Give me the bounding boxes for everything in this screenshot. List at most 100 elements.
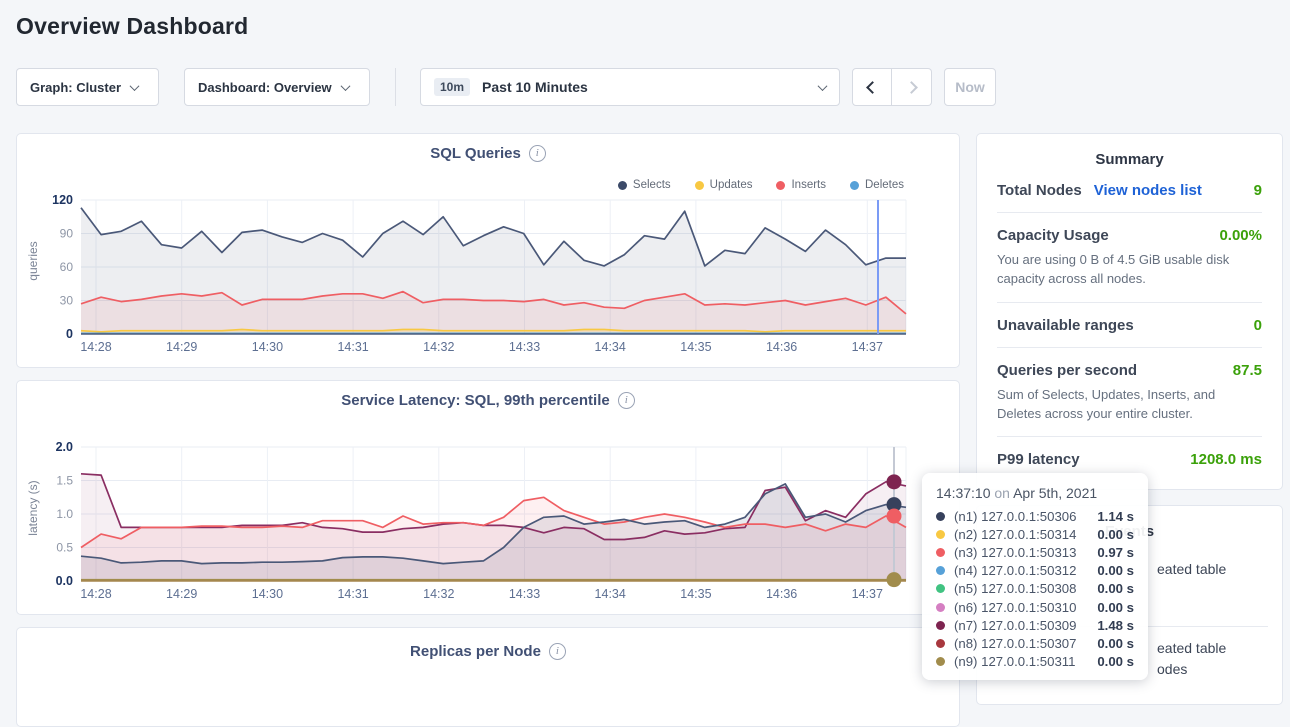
dashboard-dropdown[interactable]: Dashboard: Overview — [184, 68, 370, 106]
tooltip-node-row: (n7) 127.0.0.1:503091.48 s — [936, 616, 1134, 634]
node-latency-value: 0.00 s — [1097, 600, 1134, 615]
node-color-dot — [936, 512, 945, 521]
tooltip-node-row: (n3) 127.0.0.1:503130.97 s — [936, 543, 1134, 561]
graph-scope-dropdown[interactable]: Graph: Cluster — [16, 68, 159, 106]
tooltip-node-row: (n1) 127.0.0.1:503061.14 s — [936, 507, 1134, 525]
chevron-right-icon — [905, 81, 918, 94]
x-tick-label: 14:34 — [595, 340, 626, 354]
x-tick-label: 14:35 — [680, 587, 711, 601]
x-tick-label: 14:29 — [166, 587, 197, 601]
event-item-text[interactable]: eated table — [1157, 640, 1226, 656]
total-nodes-label: Total Nodes — [997, 182, 1082, 199]
x-tick-label: 14:31 — [337, 340, 368, 354]
toolbar-divider — [395, 68, 396, 106]
tooltip-node-row: (n4) 127.0.0.1:503120.00 s — [936, 562, 1134, 580]
time-step-group — [852, 68, 932, 106]
queries-per-second-value: 87.5 — [1233, 362, 1262, 379]
y-tick-label: 120 — [52, 193, 73, 207]
chevron-down-icon — [130, 81, 140, 91]
x-tick-label: 14:36 — [766, 340, 797, 354]
capacity-usage-label: Capacity Usage — [997, 227, 1109, 244]
node-color-dot — [936, 639, 945, 648]
y-tick-label: 0.5 — [56, 541, 73, 555]
time-next-button[interactable] — [892, 68, 932, 106]
y-tick-label: 60 — [60, 260, 74, 274]
chevron-down-icon — [340, 81, 350, 91]
overview-dashboard-page: { "page": { "title": "Overview Dashboard… — [0, 0, 1290, 689]
node-color-dot — [936, 548, 945, 557]
x-tick-label: 14:30 — [252, 340, 283, 354]
node-address: (n4) 127.0.0.1:50312 — [954, 563, 1097, 578]
hover-dot — [887, 572, 902, 587]
event-item-text[interactable]: eated table — [1157, 561, 1226, 577]
chart-hover-tooltip: 14:37:10 on Apr 5th, 2021 (n1) 127.0.0.1… — [922, 473, 1148, 680]
p99-latency-value: 1208.0 ms — [1190, 451, 1262, 468]
tooltip-timestamp: 14:37:10 on Apr 5th, 2021 — [936, 485, 1134, 501]
total-nodes-value: 9 — [1254, 182, 1262, 199]
tooltip-node-rows: (n1) 127.0.0.1:503061.14 s(n2) 127.0.0.1… — [936, 507, 1134, 671]
time-range-label: Past 10 Minutes — [482, 79, 588, 95]
summary-panel-title: Summary — [997, 134, 1262, 168]
view-nodes-list-link[interactable]: View nodes list — [1094, 182, 1202, 199]
time-range-select[interactable]: 10m Past 10 Minutes — [420, 68, 840, 106]
chevron-left-icon — [866, 81, 879, 94]
capacity-usage-value: 0.00% — [1219, 227, 1262, 244]
node-address: (n2) 127.0.0.1:50314 — [954, 527, 1097, 542]
info-icon[interactable]: i — [549, 643, 566, 660]
service-latency-chart-canvas[interactable]: 0.00.51.01.52.014:2814:2914:3014:3114:32… — [17, 381, 959, 614]
node-latency-value: 0.00 s — [1097, 581, 1134, 596]
unavailable-ranges-value: 0 — [1254, 317, 1262, 334]
x-tick-label: 14:28 — [80, 340, 111, 354]
queries-per-second-label: Queries per second — [997, 362, 1137, 379]
summary-row-queries-per-second: Queries per second 87.5 Sum of Selects, … — [997, 348, 1262, 438]
page-title: Overview Dashboard — [16, 13, 248, 40]
node-address: (n3) 127.0.0.1:50313 — [954, 545, 1097, 560]
node-address: (n1) 127.0.0.1:50306 — [954, 509, 1097, 524]
node-color-dot — [936, 603, 945, 612]
node-address: (n9) 127.0.0.1:50311 — [954, 654, 1097, 669]
node-address: (n8) 127.0.0.1:50307 — [954, 636, 1097, 651]
y-tick-label: 0.0 — [56, 574, 73, 588]
replicas-per-node-chart-title: Replicas per Node — [410, 643, 541, 660]
chevron-down-icon — [818, 81, 828, 91]
summary-panel: Summary Total Nodes View nodes list 9 Ca… — [976, 133, 1283, 490]
sql-queries-chart-card: SQL Queries i SelectsUpdatesInsertsDelet… — [16, 133, 960, 368]
node-latency-value: 0.97 s — [1097, 545, 1134, 560]
sql-queries-chart-canvas[interactable]: 030609012014:2814:2914:3014:3114:3214:33… — [17, 134, 959, 367]
node-latency-value: 0.00 s — [1097, 636, 1134, 651]
node-address: (n6) 127.0.0.1:50310 — [954, 600, 1097, 615]
hover-dot — [887, 509, 902, 524]
now-button[interactable]: Now — [944, 68, 996, 106]
y-tick-label: 1.0 — [56, 507, 73, 521]
node-latency-value: 0.00 s — [1097, 527, 1134, 542]
tooltip-node-row: (n5) 127.0.0.1:503080.00 s — [936, 580, 1134, 598]
summary-row-capacity-usage: Capacity Usage 0.00% You are using 0 B o… — [997, 213, 1262, 303]
node-address: (n5) 127.0.0.1:50308 — [954, 581, 1097, 596]
node-latency-value: 1.14 s — [1097, 509, 1134, 524]
x-tick-label: 14:33 — [509, 340, 540, 354]
now-button-label: Now — [955, 79, 985, 95]
node-color-dot — [936, 657, 945, 666]
summary-row-unavailable-ranges: Unavailable ranges 0 — [997, 303, 1262, 348]
event-item-text[interactable]: odes — [1157, 661, 1187, 677]
x-tick-label: 14:28 — [80, 587, 111, 601]
node-color-dot — [936, 566, 945, 575]
x-tick-label: 14:36 — [766, 587, 797, 601]
tooltip-node-row: (n8) 127.0.0.1:503070.00 s — [936, 634, 1134, 652]
y-tick-label: 90 — [60, 227, 74, 241]
x-tick-label: 14:29 — [166, 340, 197, 354]
x-tick-label: 14:32 — [423, 587, 454, 601]
y-tick-label: 1.5 — [56, 474, 73, 488]
tooltip-node-row: (n6) 127.0.0.1:503100.00 s — [936, 598, 1134, 616]
unavailable-ranges-label: Unavailable ranges — [997, 317, 1134, 334]
queries-per-second-description: Sum of Selects, Updates, Inserts, and De… — [997, 386, 1262, 424]
dashboard-label: Dashboard: Overview — [198, 80, 332, 95]
time-range-badge: 10m — [434, 78, 470, 96]
node-latency-value: 0.00 s — [1097, 563, 1134, 578]
time-prev-button[interactable] — [852, 68, 892, 106]
node-color-dot — [936, 621, 945, 630]
y-tick-label: 0 — [66, 327, 73, 341]
chart-areas — [81, 208, 906, 334]
x-tick-label: 14:35 — [680, 340, 711, 354]
tooltip-on: on — [994, 485, 1010, 501]
